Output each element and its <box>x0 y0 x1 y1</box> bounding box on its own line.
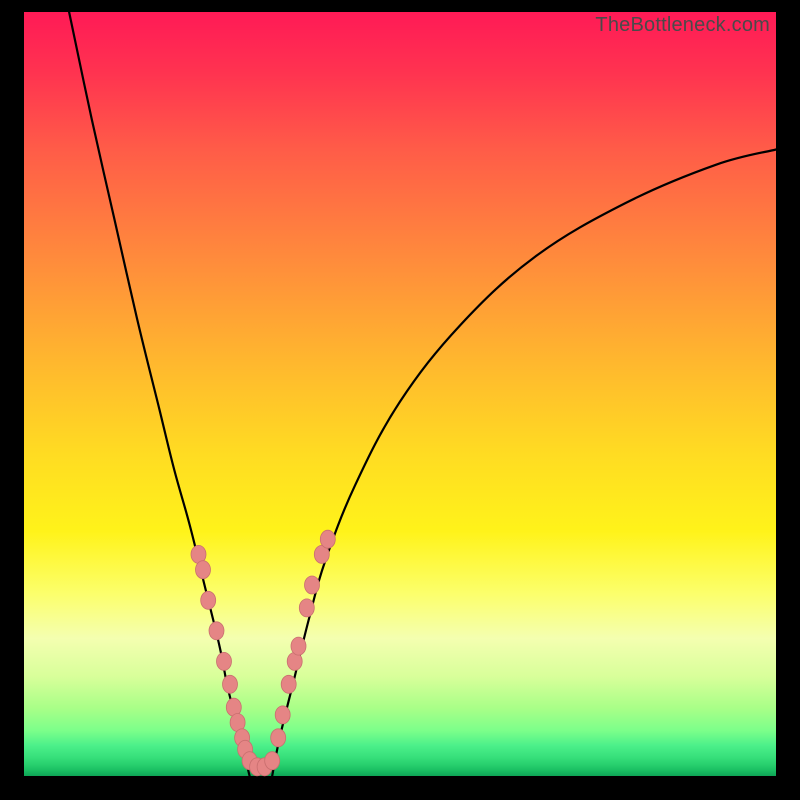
scatter-point <box>217 652 232 670</box>
chart-frame: TheBottleneck.com <box>0 0 800 800</box>
scatter-point <box>305 576 320 594</box>
scatter-point <box>201 591 216 609</box>
curve-layer <box>24 12 776 776</box>
scatter-point <box>291 637 306 655</box>
scatter-point <box>281 675 296 693</box>
scatter-point <box>320 530 335 548</box>
scatter-point <box>271 729 286 747</box>
right-branch-curve <box>272 150 776 777</box>
scatter-point <box>209 622 224 640</box>
scatter-point <box>265 752 280 770</box>
scatter-point <box>299 599 314 617</box>
scatter-markers <box>191 530 335 776</box>
scatter-point <box>275 706 290 724</box>
scatter-point <box>196 561 211 579</box>
plot-area: TheBottleneck.com <box>24 12 776 776</box>
scatter-point <box>223 675 238 693</box>
